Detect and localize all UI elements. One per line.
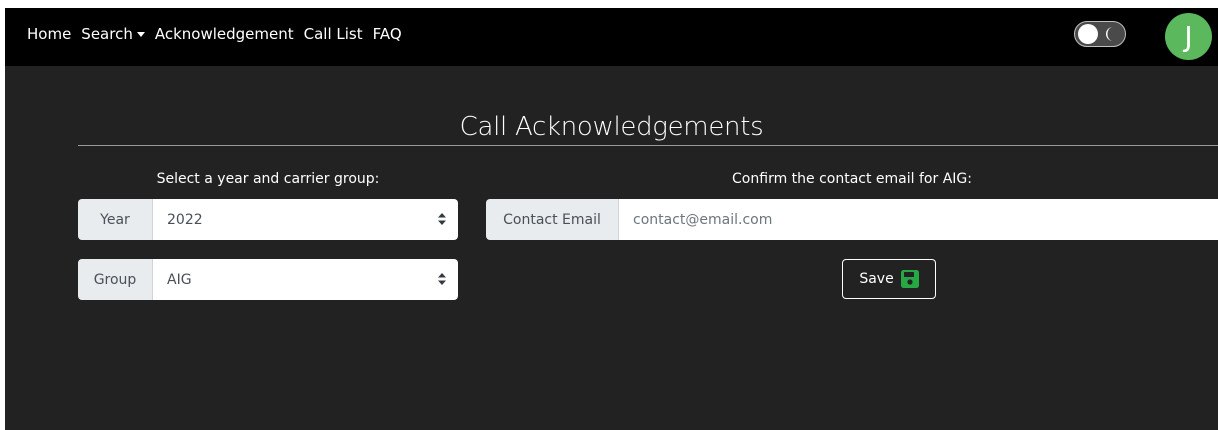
group-value: AIG — [167, 271, 192, 288]
sort-arrows-icon — [438, 213, 446, 225]
sort-arrows-icon — [438, 273, 446, 285]
dark-mode-toggle[interactable] — [1074, 21, 1126, 47]
nav-home[interactable]: Home — [27, 25, 71, 43]
group-label: Group — [78, 259, 153, 300]
caret-down-icon — [136, 31, 145, 37]
nav-search-label: Search — [81, 25, 133, 43]
group-select-group: Group AIG — [78, 259, 458, 300]
year-label: Year — [78, 199, 153, 240]
title-divider — [78, 145, 1218, 146]
nav-call-list[interactable]: Call List — [304, 25, 363, 43]
contact-email-group: Contact Email contact@email.com — [486, 199, 1218, 240]
email-heading: Confirm the contact email for AIG: — [732, 171, 972, 187]
nav-faq[interactable]: FAQ — [373, 25, 402, 43]
user-avatar[interactable]: J — [1165, 13, 1212, 60]
avatar-initial: J — [1184, 20, 1193, 53]
nav-links: Home Search Acknowledgement Call List FA… — [27, 25, 412, 43]
save-icon — [900, 270, 919, 288]
save-button-label: Save — [859, 271, 894, 287]
year-value: 2022 — [167, 211, 203, 228]
year-select[interactable]: 2022 — [153, 199, 458, 240]
app-window: Home Search Acknowledgement Call List FA… — [5, 8, 1218, 430]
save-button[interactable]: Save — [842, 259, 936, 299]
nav-acknowledgement[interactable]: Acknowledgement — [155, 25, 294, 43]
contact-email-input[interactable]: contact@email.com — [619, 199, 1218, 240]
toggle-knob — [1078, 24, 1098, 44]
contact-email-label: Contact Email — [486, 199, 619, 240]
moon-icon — [1106, 27, 1113, 41]
year-select-group: Year 2022 — [78, 199, 458, 240]
group-select[interactable]: AIG — [153, 259, 458, 300]
selection-heading: Select a year and carrier group: — [156, 171, 380, 187]
nav-search-dropdown[interactable]: Search — [81, 25, 145, 43]
page-title: Call Acknowledgements — [459, 112, 764, 142]
top-navbar: Home Search Acknowledgement Call List FA… — [5, 8, 1218, 66]
